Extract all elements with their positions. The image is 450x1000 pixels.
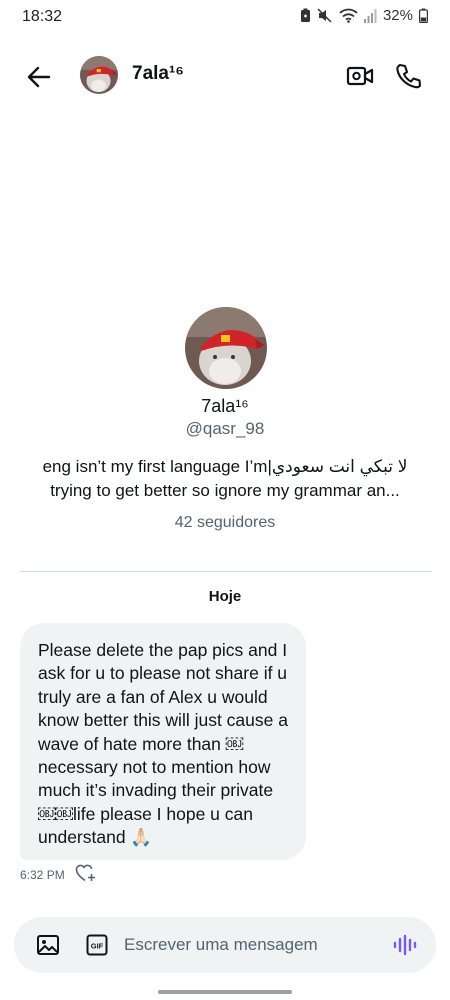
status-icons: 32% [300,7,428,24]
header-name[interactable]: 7ala¹⁶ [132,63,184,85]
message-text: Please delete the pap pics and I ask for… [38,640,288,848]
video-call-icon[interactable] [346,63,374,89]
gif-icon[interactable]: GIF [86,934,108,956]
profile-bio-line: eng isn’t my first language I’m|لا تبكي … [42,457,408,476]
divider [20,571,432,572]
message-input[interactable] [124,927,384,963]
header-avatar[interactable] [80,56,118,94]
profile-bio: eng isn’t my first language I’m|لا تبكي … [30,455,420,503]
profile-name[interactable]: 7ala¹⁶ [0,396,450,417]
signal-icon [363,8,377,23]
battery-saver-icon [300,8,311,23]
mute-icon [317,8,333,23]
battery-percent: 32% [382,7,413,24]
back-arrow-icon[interactable] [24,62,54,92]
status-bar: 18:32 32% [0,0,450,34]
profile-avatar[interactable] [185,307,267,389]
home-indicator[interactable] [158,990,292,994]
conversation-header: 7ala¹⁶ [0,52,450,100]
profile-handle[interactable]: @qasr_98 [0,419,450,439]
add-reaction-icon[interactable] [75,863,97,883]
phone-icon[interactable] [395,62,422,90]
message-timestamp: 6:32 PM [20,868,65,882]
message-bubble[interactable]: Please delete the pap pics and I ask for… [20,623,306,860]
profile-bio-line: trying to get better so ignore my gramma… [50,481,400,500]
followers-count[interactable]: 42 seguidores [0,514,450,532]
battery-icon [419,8,428,23]
date-separator: Hoje [208,588,242,605]
message-composer: GIF [14,917,436,973]
gif-label: GIF [91,942,104,951]
status-time: 18:32 [22,8,63,25]
wifi-icon [339,8,358,23]
voice-message-icon[interactable] [392,932,418,958]
image-icon[interactable] [36,934,60,956]
